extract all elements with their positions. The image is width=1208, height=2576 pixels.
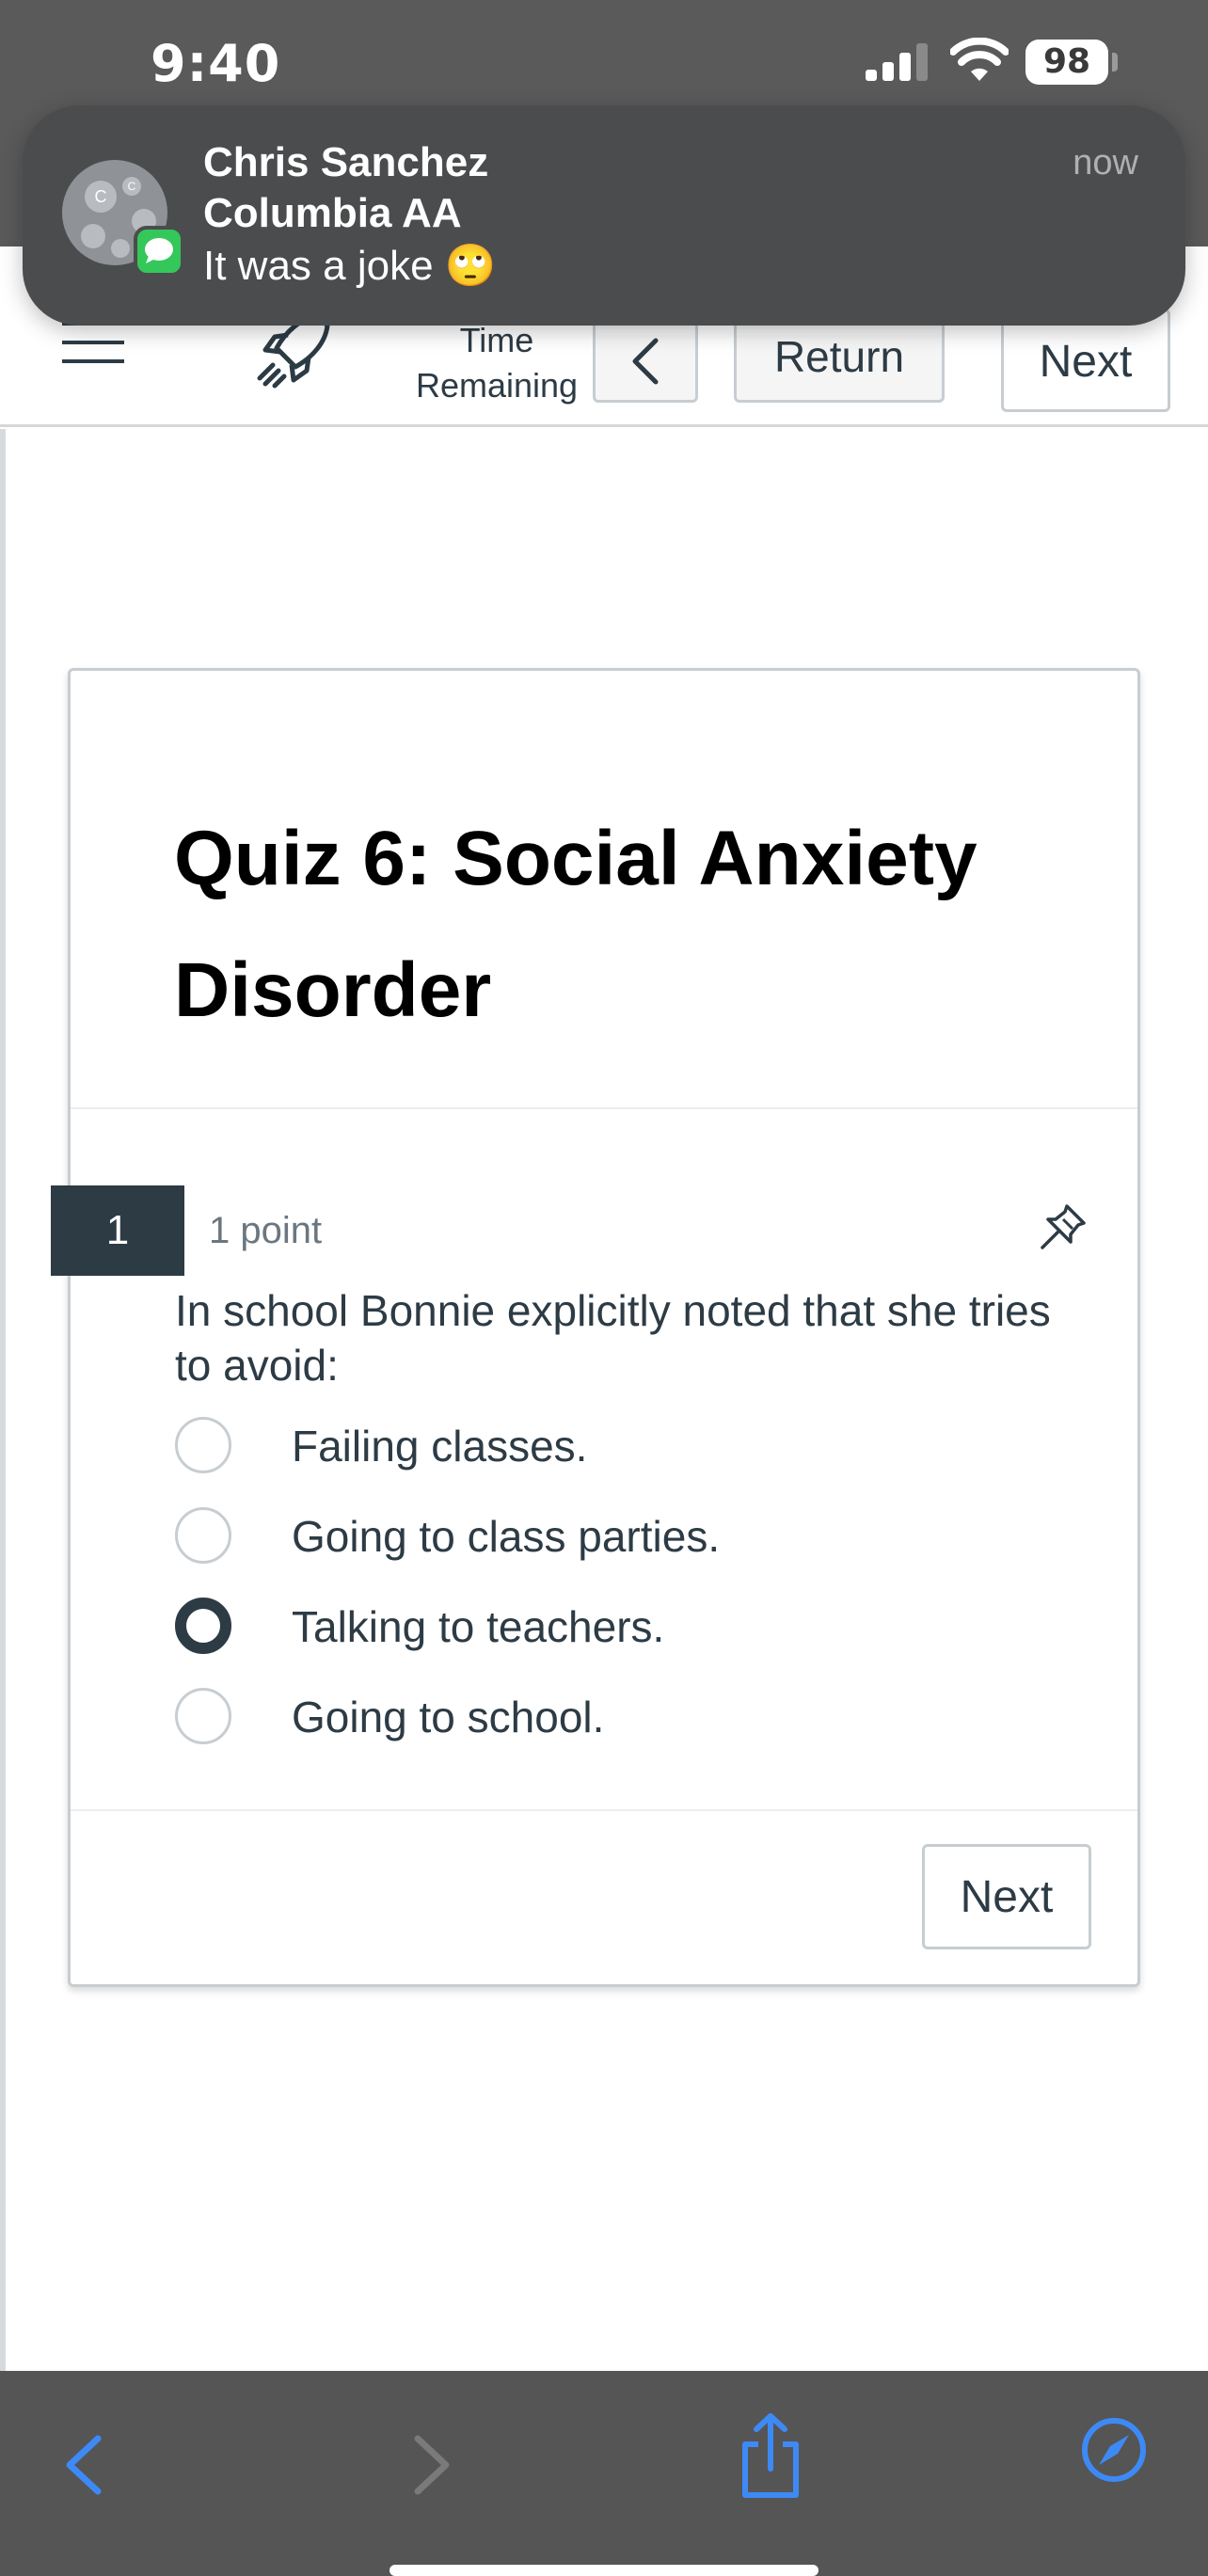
- next-button-bottom[interactable]: Next: [922, 1844, 1091, 1949]
- radio-button[interactable]: [175, 1417, 231, 1473]
- answer-option-label: Going to class parties.: [292, 1512, 721, 1561]
- question-number: 1: [51, 1185, 184, 1276]
- pin-icon[interactable]: [1039, 1202, 1088, 1251]
- radio-button[interactable]: [175, 1507, 231, 1564]
- back-arrow-icon[interactable]: [56, 2420, 109, 2510]
- wifi-icon: [950, 38, 1009, 81]
- answer-option-label: Going to school.: [292, 1693, 605, 1741]
- previous-button[interactable]: [593, 318, 698, 403]
- quiz-title: Quiz 6: Social Anxiety Disorder: [174, 816, 978, 1033]
- battery-icon: [1112, 53, 1118, 72]
- answer-option[interactable]: Going to class parties.: [175, 1505, 1022, 1566]
- avatar-member: C: [122, 177, 141, 196]
- status-time: 9:40: [151, 34, 281, 93]
- browser-toolbar: [0, 2371, 1208, 2576]
- avatar-member: [81, 224, 105, 248]
- card-divider: [71, 1809, 1137, 1811]
- answer-option[interactable]: Failing classes.: [175, 1415, 1022, 1475]
- battery-level: 98: [1025, 40, 1108, 85]
- messages-icon: [134, 226, 184, 277]
- left-border: [0, 429, 6, 2371]
- question-points: 1 point: [209, 1210, 323, 1251]
- avatar-member: C: [85, 181, 117, 213]
- answer-option-label: Talking to teachers.: [292, 1602, 665, 1651]
- avatar-member: [111, 239, 130, 258]
- message-notification[interactable]: C C Chris Sanchez Columbia AA It was a j…: [23, 105, 1185, 326]
- notification-group: Columbia AA: [203, 190, 462, 236]
- notification-sender: Chris Sanchez: [203, 139, 489, 185]
- question-text: In school Bonnie explicitly noted that s…: [175, 1286, 1051, 1390]
- notification-time: now: [1073, 143, 1138, 183]
- radio-button[interactable]: [175, 1688, 231, 1744]
- radio-button-selected[interactable]: [175, 1598, 231, 1654]
- home-indicator[interactable]: [389, 2565, 819, 2576]
- answer-option[interactable]: Talking to teachers.: [175, 1596, 1022, 1656]
- time-remaining-label[interactable]: Time Remaining: [405, 318, 589, 408]
- card-divider: [71, 1107, 1137, 1109]
- chevron-left-icon: [632, 338, 659, 385]
- share-icon[interactable]: [738, 2409, 803, 2503]
- compass-icon[interactable]: [1080, 2416, 1148, 2484]
- forward-arrow-icon[interactable]: [406, 2420, 459, 2510]
- answer-option[interactable]: Going to school.: [175, 1686, 1022, 1746]
- notification-message: It was a joke 🙄: [203, 243, 497, 289]
- answer-option-label: Failing classes.: [292, 1422, 588, 1471]
- hamburger-menu-icon[interactable]: [62, 322, 124, 363]
- cellular-signal-icon: [866, 43, 928, 81]
